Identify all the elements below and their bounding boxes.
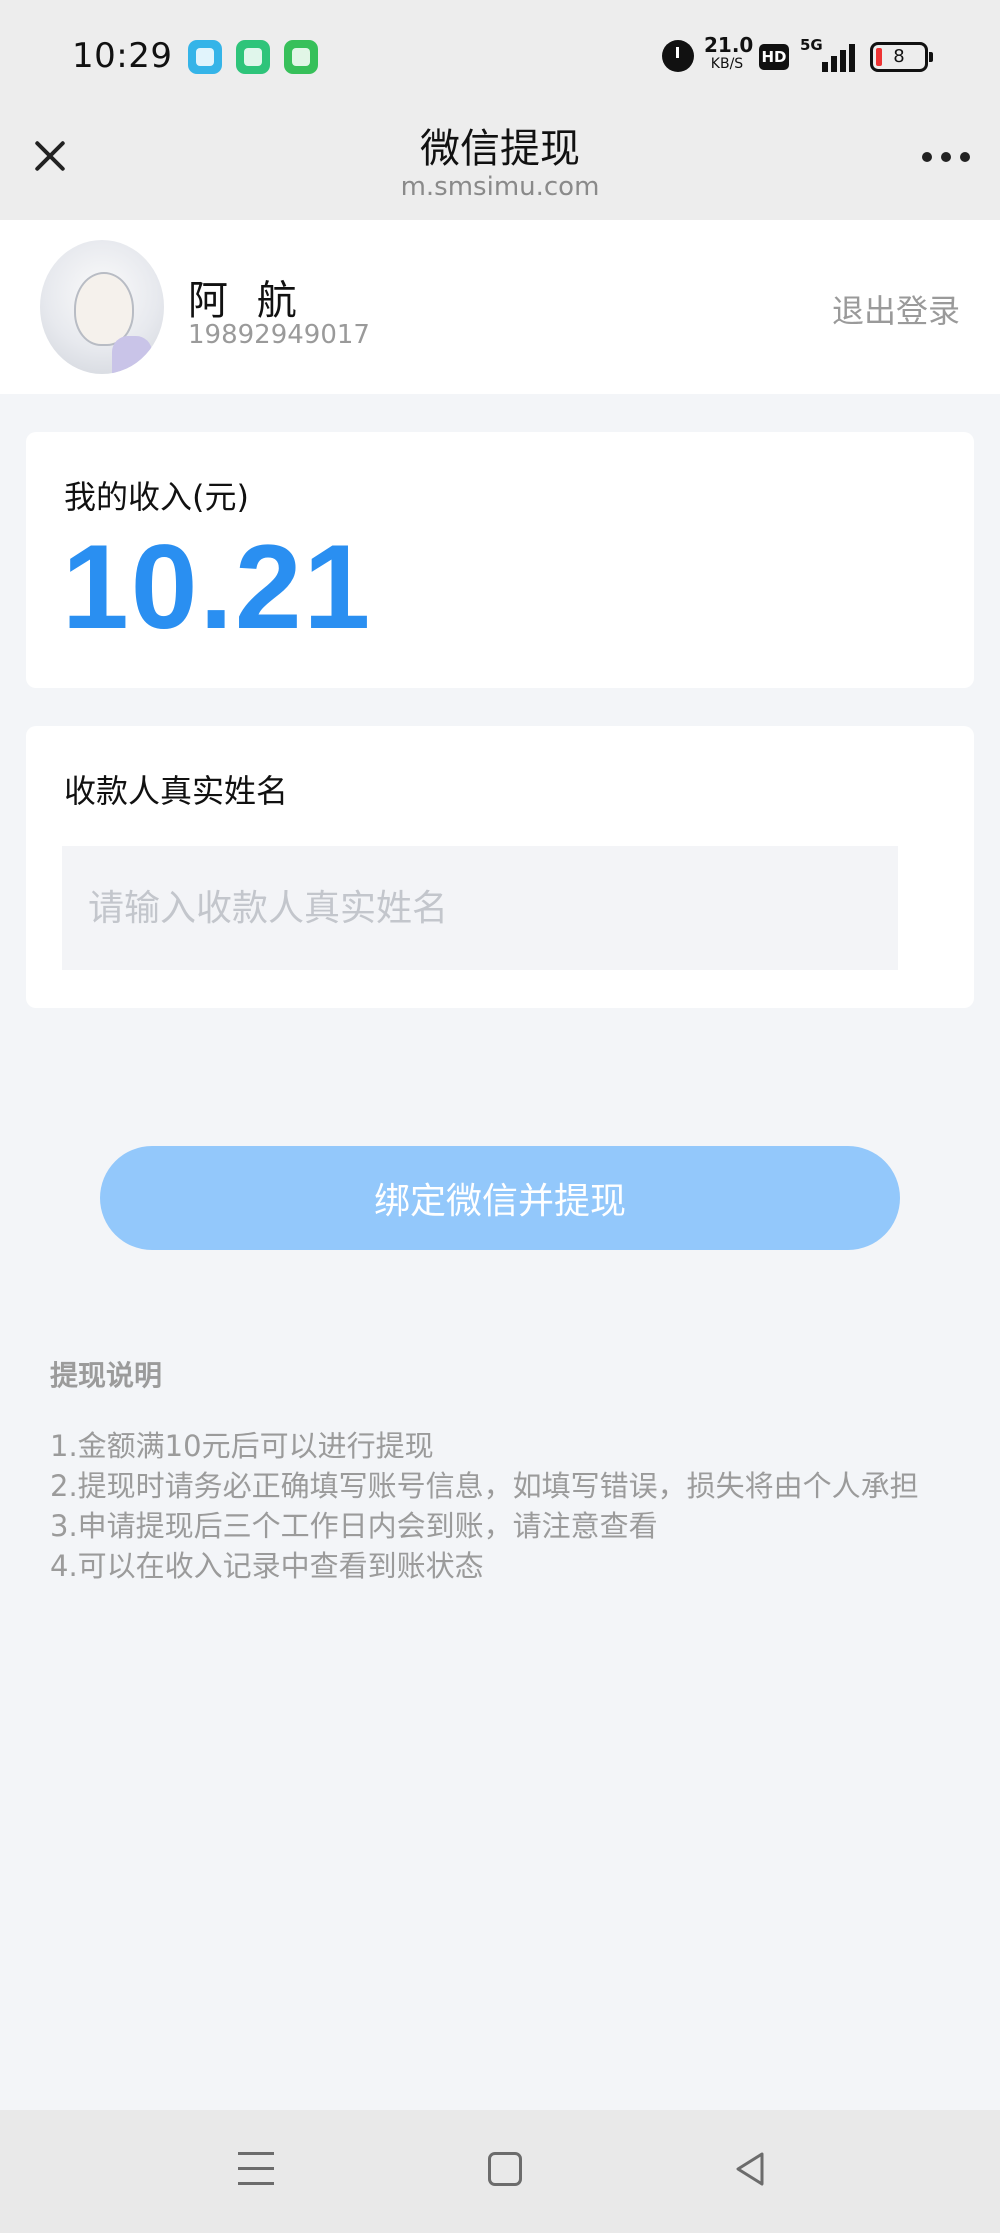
payee-name-input[interactable]: [62, 846, 898, 970]
notification-app-icon: [188, 40, 222, 74]
status-indicators: 21.0 KB/S HD 5G 8: [640, 0, 1000, 112]
hd-icon: HD: [759, 44, 789, 70]
more-icon[interactable]: [922, 152, 970, 164]
list-item: 2.提现时请务必正确填写账号信息，如填写错误，损失将由个人承担: [50, 1469, 919, 1503]
payee-name-label: 收款人真实姓名: [64, 772, 289, 810]
alarm-icon: [662, 40, 694, 72]
battery-icon: 8: [870, 42, 933, 72]
battery-level: 8: [893, 46, 905, 67]
notes-title: 提现说明: [50, 1359, 163, 1392]
menu-icon[interactable]: [238, 2152, 274, 2186]
page-url: m.smsimu.com: [400, 172, 600, 202]
list-item: 3.申请提现后三个工作日内会到账，请注意查看: [50, 1509, 658, 1543]
user-profile: 阿 航 19892949017 退出登录: [0, 220, 1000, 394]
user-name: 阿 航: [188, 278, 305, 324]
list-item: 4.可以在收入记录中查看到账状态: [50, 1549, 484, 1583]
network-speed: 21.0 KB/S: [704, 33, 754, 74]
network-type: 5G: [800, 36, 823, 54]
income-card: 我的收入(元) 10.21: [26, 432, 974, 688]
avatar: [40, 240, 164, 374]
signal-icon: 5G: [800, 36, 856, 76]
notes-list: 1.金额满10元后可以进行提现 2.提现时请务必正确填写账号信息，如填写错误，损…: [50, 1426, 919, 1586]
income-amount: 10.21: [62, 520, 373, 654]
notification-message-icon: [284, 40, 318, 74]
notification-battery-app-icon: [236, 40, 270, 74]
system-nav-bar: [0, 2110, 1000, 2233]
network-speed-unit: KB/S: [710, 56, 744, 72]
nav-bar: 微信提现 m.smsimu.com: [0, 112, 1000, 220]
list-item: 1.金额满10元后可以进行提现: [50, 1429, 434, 1463]
user-phone: 19892949017: [188, 320, 370, 350]
status-bar: 10:29 21.0 KB/S HD 5G 8: [0, 0, 1000, 112]
home-icon[interactable]: [488, 2152, 522, 2186]
page-title: 微信提现: [420, 126, 580, 172]
logout-button[interactable]: 退出登录: [832, 286, 960, 332]
bind-wechat-withdraw-button[interactable]: 绑定微信并提现: [100, 1146, 900, 1250]
status-time: 10:29: [72, 36, 173, 76]
payee-card: 收款人真实姓名: [26, 726, 974, 1008]
income-label: 我的收入(元): [64, 478, 249, 516]
network-speed-value: 21.0: [704, 33, 754, 57]
back-icon[interactable]: [732, 2150, 770, 2188]
